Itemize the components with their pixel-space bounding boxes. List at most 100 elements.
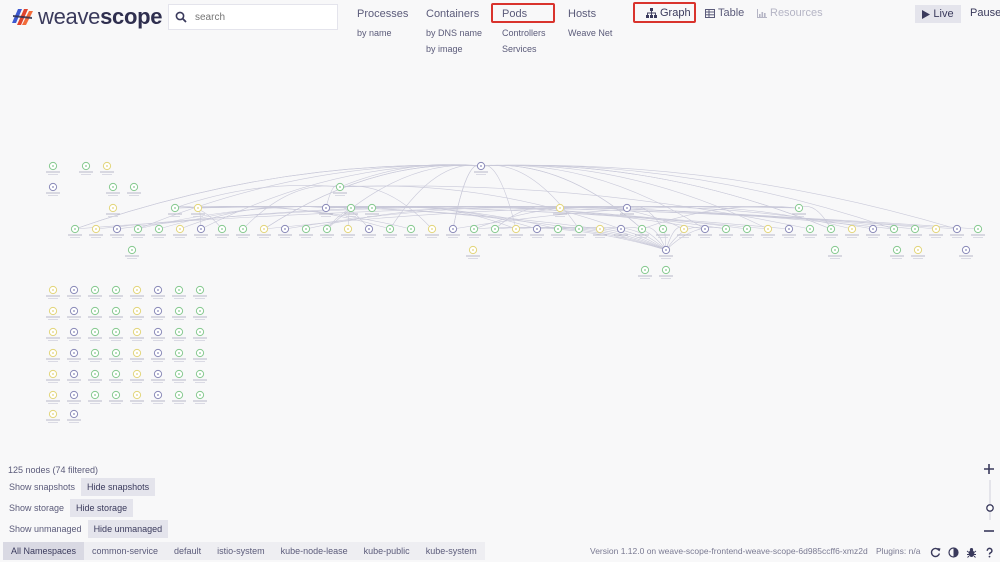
graph-node[interactable] bbox=[638, 265, 652, 279]
resources-view-button[interactable]: Resources bbox=[757, 7, 823, 19]
subtab-by-image[interactable]: by image bbox=[426, 44, 482, 54]
graph-node[interactable] bbox=[193, 348, 207, 362]
graph-node[interactable] bbox=[88, 369, 102, 383]
graph-node[interactable] bbox=[88, 306, 102, 320]
graph-node[interactable] bbox=[341, 224, 355, 238]
contrast-icon[interactable] bbox=[947, 546, 959, 558]
graph-node[interactable] bbox=[46, 182, 60, 196]
hide-snapshots-button[interactable]: Hide snapshots bbox=[81, 478, 156, 496]
graph-node[interactable] bbox=[466, 245, 480, 259]
namespace-all[interactable]: All Namespaces bbox=[3, 542, 85, 560]
graph-node[interactable] bbox=[828, 245, 842, 259]
graph-node[interactable] bbox=[46, 348, 60, 362]
graph-node[interactable] bbox=[100, 161, 114, 175]
namespace-kube-node-lease[interactable]: kube-node-lease bbox=[272, 542, 356, 560]
graph-node[interactable] bbox=[130, 369, 144, 383]
graph-node[interactable] bbox=[172, 369, 186, 383]
tab-hosts[interactable]: Hosts bbox=[568, 8, 612, 22]
subtab-services[interactable]: Services bbox=[502, 44, 546, 54]
graph-node[interactable] bbox=[46, 161, 60, 175]
graph-node[interactable] bbox=[172, 390, 186, 404]
graph-node[interactable] bbox=[109, 327, 123, 341]
graph-node[interactable] bbox=[959, 245, 973, 259]
graph-node[interactable] bbox=[151, 369, 165, 383]
graph-node[interactable] bbox=[215, 224, 229, 238]
graph-node[interactable] bbox=[172, 306, 186, 320]
show-storage-button[interactable]: Show storage bbox=[3, 499, 70, 517]
graph-node[interactable] bbox=[127, 182, 141, 196]
graph-node[interactable] bbox=[193, 285, 207, 299]
graph-node[interactable] bbox=[151, 285, 165, 299]
graph-node[interactable] bbox=[46, 285, 60, 299]
zoom-in-icon[interactable] bbox=[982, 462, 996, 481]
show-snapshots-button[interactable]: Show snapshots bbox=[3, 478, 81, 496]
graph-node[interactable] bbox=[46, 369, 60, 383]
search-box[interactable] bbox=[168, 4, 338, 30]
graph-node[interactable] bbox=[130, 327, 144, 341]
bug-icon[interactable] bbox=[965, 546, 977, 558]
show-unmanaged-button[interactable]: Show unmanaged bbox=[3, 520, 88, 538]
subtab-by-name[interactable]: by name bbox=[357, 28, 408, 38]
namespace-istio-system[interactable]: istio-system bbox=[209, 542, 273, 560]
graph-node[interactable] bbox=[803, 224, 817, 238]
graph-node[interactable] bbox=[193, 327, 207, 341]
graph-node[interactable] bbox=[911, 245, 925, 259]
topology-graph[interactable] bbox=[0, 150, 1000, 430]
hide-storage-button[interactable]: Hide storage bbox=[70, 499, 134, 517]
graph-node[interactable] bbox=[46, 327, 60, 341]
graph-node[interactable] bbox=[151, 306, 165, 320]
zoom-slider[interactable] bbox=[986, 480, 994, 525]
graph-node[interactable] bbox=[425, 224, 439, 238]
graph-node[interactable] bbox=[151, 327, 165, 341]
tab-containers[interactable]: Containers bbox=[426, 8, 482, 22]
graph-node[interactable] bbox=[172, 285, 186, 299]
help-icon[interactable] bbox=[983, 546, 995, 558]
graph-node[interactable] bbox=[890, 245, 904, 259]
zoom-out-icon[interactable] bbox=[982, 524, 996, 543]
graph-node[interactable] bbox=[320, 224, 334, 238]
graph-node[interactable] bbox=[79, 161, 93, 175]
graph-node[interactable] bbox=[109, 348, 123, 362]
namespace-kube-system[interactable]: kube-system bbox=[417, 542, 485, 560]
graph-node[interactable] bbox=[67, 327, 81, 341]
graph-node[interactable] bbox=[67, 409, 81, 423]
graph-node[interactable] bbox=[106, 182, 120, 196]
subtab-weave-net[interactable]: Weave Net bbox=[568, 28, 612, 38]
graph-node[interactable] bbox=[474, 161, 488, 175]
graph-node[interactable] bbox=[191, 203, 205, 217]
graph-node[interactable] bbox=[257, 224, 271, 238]
subtab-controllers[interactable]: Controllers bbox=[502, 28, 546, 38]
graph-node[interactable] bbox=[446, 224, 460, 238]
graph-node[interactable] bbox=[362, 224, 376, 238]
graph-node[interactable] bbox=[109, 369, 123, 383]
graph-node[interactable] bbox=[67, 390, 81, 404]
graph-node[interactable] bbox=[193, 306, 207, 320]
graph-node[interactable] bbox=[109, 285, 123, 299]
graph-node[interactable] bbox=[659, 265, 673, 279]
weavescope-logo[interactable]: weavescope bbox=[10, 4, 163, 30]
graph-node[interactable] bbox=[845, 224, 859, 238]
graph-node[interactable] bbox=[88, 327, 102, 341]
graph-node[interactable] bbox=[88, 348, 102, 362]
graph-node[interactable] bbox=[46, 306, 60, 320]
refresh-icon[interactable] bbox=[929, 546, 941, 558]
graph-node[interactable] bbox=[67, 285, 81, 299]
live-button[interactable]: Live bbox=[915, 5, 961, 23]
graph-node[interactable] bbox=[719, 224, 733, 238]
graph-node[interactable] bbox=[172, 327, 186, 341]
graph-node[interactable] bbox=[125, 245, 139, 259]
graph-node[interactable] bbox=[67, 369, 81, 383]
graph-node[interactable] bbox=[193, 390, 207, 404]
graph-node[interactable] bbox=[130, 348, 144, 362]
graph-node[interactable] bbox=[971, 224, 985, 238]
graph-node[interactable] bbox=[404, 224, 418, 238]
graph-node[interactable] bbox=[299, 224, 313, 238]
namespace-kube-public[interactable]: kube-public bbox=[355, 542, 418, 560]
table-view-button[interactable]: Table bbox=[705, 7, 744, 19]
graph-node[interactable] bbox=[172, 348, 186, 362]
graph-node[interactable] bbox=[88, 390, 102, 404]
graph-node[interactable] bbox=[130, 285, 144, 299]
graph-node[interactable] bbox=[67, 348, 81, 362]
graph-node[interactable] bbox=[130, 390, 144, 404]
graph-node[interactable] bbox=[46, 390, 60, 404]
